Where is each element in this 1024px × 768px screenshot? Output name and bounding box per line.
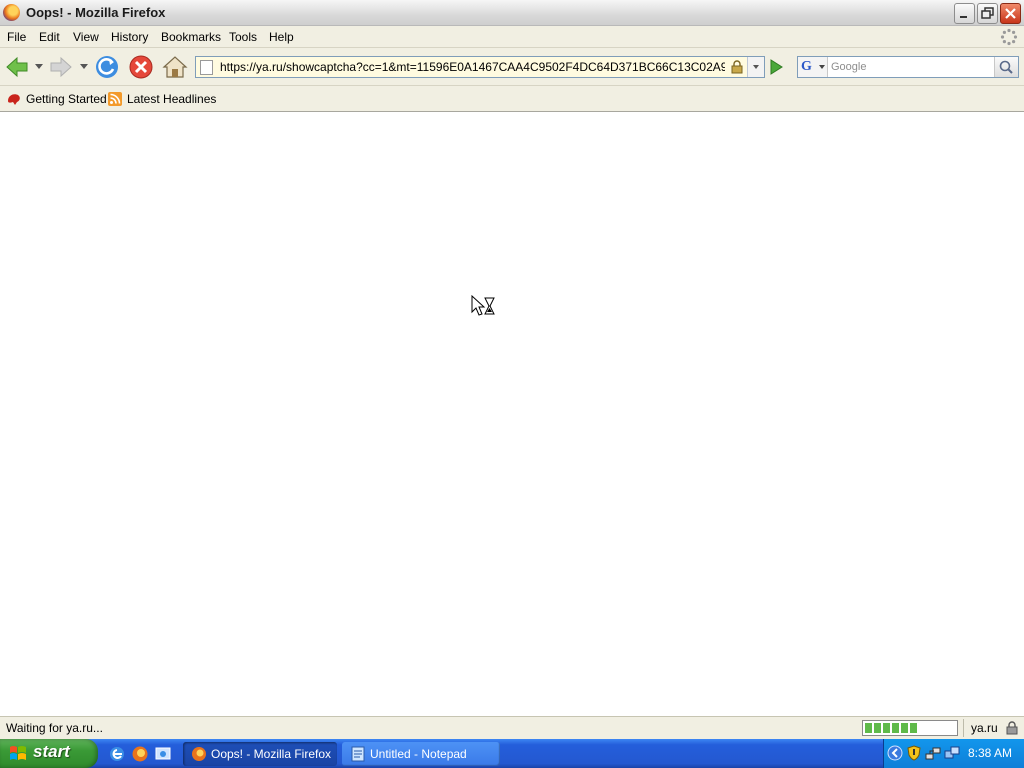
progress-fill — [865, 723, 919, 733]
page-load-progress — [862, 720, 958, 736]
show-desktop-icon[interactable] — [154, 745, 172, 763]
back-button[interactable] — [3, 53, 31, 81]
busy-cursor-icon — [471, 295, 495, 316]
address-bar[interactable]: https://ya.ru/showcaptcha?cc=1&mt=11596E… — [195, 56, 765, 78]
stop-button[interactable] — [127, 53, 155, 81]
forward-history-dropdown-icon[interactable] — [80, 64, 88, 70]
connection-icon[interactable] — [944, 745, 960, 761]
firefox-icon — [3, 4, 20, 21]
forward-button[interactable] — [47, 53, 75, 81]
search-input[interactable]: Google — [831, 61, 866, 73]
task-firefox[interactable]: Oops! - Mozilla Firefox — [183, 742, 337, 766]
security-shield-icon[interactable] — [906, 745, 922, 761]
notepad-icon — [351, 746, 365, 762]
network-icon[interactable] — [925, 745, 941, 761]
start-label: start — [33, 742, 70, 761]
rss-feed-icon — [108, 92, 122, 106]
back-arrow-icon — [6, 56, 28, 78]
close-button[interactable] — [1000, 3, 1021, 24]
chevron-down-icon — [819, 65, 825, 69]
reload-button[interactable] — [93, 53, 121, 81]
restore-button[interactable] — [977, 3, 998, 24]
windows-logo-icon — [10, 746, 26, 760]
menu-help[interactable]: Help — [269, 30, 294, 44]
page-icon — [200, 60, 213, 75]
search-button[interactable] — [994, 57, 1018, 77]
status-host: ya.ru — [971, 721, 998, 735]
bookmark-latest-headlines[interactable]: Latest Headlines — [127, 92, 216, 106]
home-icon — [162, 56, 188, 78]
window-title-bar[interactable]: Oops! - Mozilla Firefox — [0, 0, 1024, 26]
clock: 8:38 AM — [968, 746, 1013, 760]
firefox-quicklaunch-icon[interactable] — [131, 745, 149, 763]
task-label: Untitled - Notepad — [370, 747, 467, 761]
close-icon — [1005, 8, 1016, 19]
restore-icon — [981, 7, 994, 19]
stop-icon — [129, 55, 153, 79]
menu-edit[interactable]: Edit — [39, 30, 60, 44]
security-lock-icon[interactable] — [1005, 721, 1019, 735]
magnifier-icon — [999, 60, 1013, 74]
menu-tools[interactable]: Tools — [229, 30, 257, 44]
bookmarks-toolbar: Getting Started Latest Headlines — [0, 86, 1024, 112]
forward-arrow-icon — [50, 56, 72, 78]
menu-bar: File Edit View History Bookmarks Tools H… — [0, 26, 1024, 48]
firefox-icon — [192, 747, 206, 761]
menu-history[interactable]: History — [111, 30, 148, 44]
windows-taskbar: start Oops! - Mozilla Firefox Untitled -… — [0, 739, 1024, 768]
menu-bookmarks[interactable]: Bookmarks — [161, 30, 221, 44]
url-history-dropdown[interactable] — [747, 57, 764, 77]
minimize-button[interactable] — [954, 3, 975, 24]
lock-icon[interactable] — [730, 60, 744, 74]
google-icon: G — [801, 59, 812, 74]
reload-icon — [96, 56, 118, 78]
status-divider — [963, 719, 964, 737]
start-button[interactable]: start — [0, 739, 98, 768]
menu-file[interactable]: File — [7, 30, 26, 44]
bookmark-getting-started[interactable]: Getting Started — [26, 92, 107, 106]
home-button[interactable] — [161, 53, 189, 81]
menu-view[interactable]: View — [73, 30, 99, 44]
url-text[interactable]: https://ya.ru/showcaptcha?cc=1&mt=11596E… — [220, 60, 725, 74]
go-button[interactable] — [767, 58, 785, 76]
status-bar: Waiting for ya.ru... ya.ru — [0, 716, 1024, 739]
loading-throbber-icon — [1000, 28, 1018, 46]
minimize-icon — [960, 16, 967, 18]
back-history-dropdown-icon[interactable] — [35, 64, 43, 70]
search-box[interactable]: G Google — [797, 56, 1019, 78]
status-text: Waiting for ya.ru... — [6, 721, 103, 735]
chevron-down-icon — [753, 65, 759, 69]
page-content-area[interactable] — [0, 112, 1024, 716]
getting-started-bookmark-icon — [8, 94, 20, 105]
system-tray: 8:38 AM — [883, 739, 1024, 768]
internet-explorer-icon[interactable] — [108, 745, 126, 763]
window-title: Oops! - Mozilla Firefox — [26, 5, 166, 20]
task-label: Oops! - Mozilla Firefox — [211, 747, 332, 761]
tray-expand-icon[interactable] — [887, 745, 903, 761]
search-engine-selector[interactable]: G — [798, 57, 828, 77]
task-notepad[interactable]: Untitled - Notepad — [342, 742, 500, 766]
